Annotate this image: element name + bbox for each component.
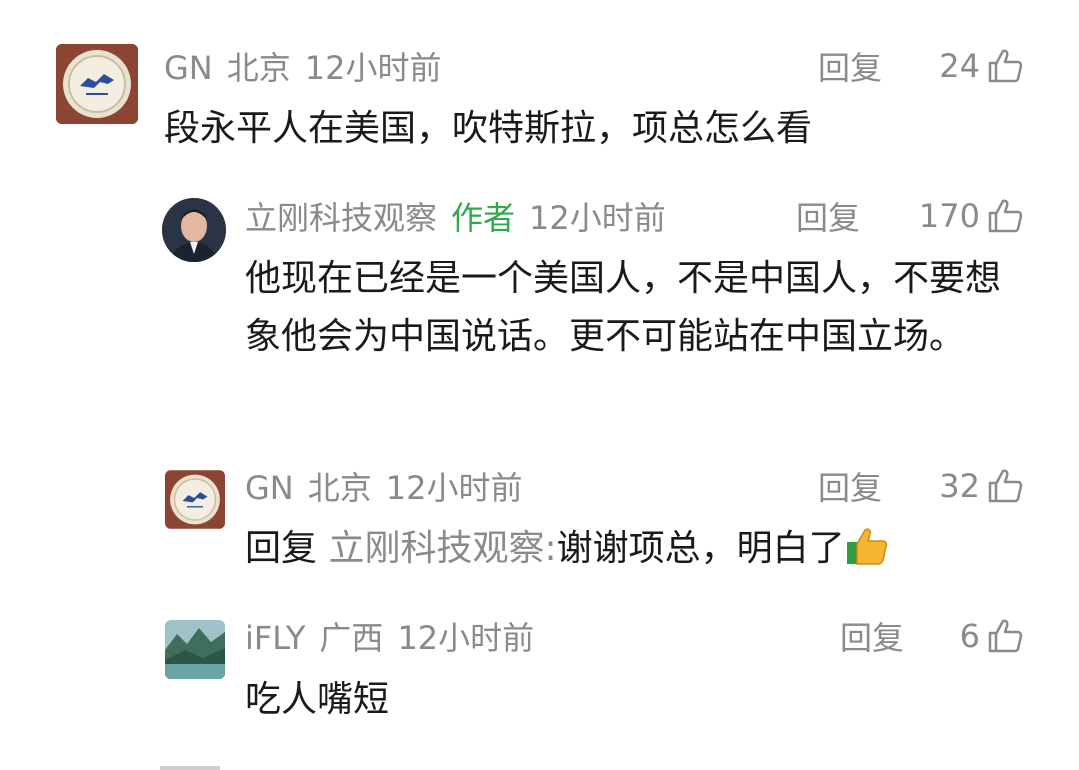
plate-avatar-image xyxy=(165,470,225,529)
timestamp: 12小时前 xyxy=(397,619,535,657)
comment-meta: GN 北京 12小时前 xyxy=(164,48,455,88)
like-count: 24 xyxy=(939,47,980,85)
comment-meta: iFLY 广西 12小时前 xyxy=(245,618,548,658)
timestamp: 12小时前 xyxy=(304,49,442,87)
location: 北京 xyxy=(307,469,372,507)
comment-text: 段永平人在美国，吹特斯拉，项总怎么看 xyxy=(164,108,813,149)
avatar[interactable] xyxy=(165,620,225,679)
reply-button[interactable]: 回复 xyxy=(818,48,882,88)
reply-button[interactable]: 回复 xyxy=(818,468,882,508)
username[interactable]: GN xyxy=(164,49,213,87)
reply-target-user[interactable]: 立刚科技观察: xyxy=(328,528,556,569)
like-button[interactable]: 6 xyxy=(930,616,1024,656)
like-button[interactable]: 170 xyxy=(880,196,1024,236)
reply-button[interactable]: 回复 xyxy=(840,618,904,658)
avatar[interactable] xyxy=(56,44,138,124)
comment-item: GN 北京 12小时前 回复 24 段永平人在美国，吹特斯拉，项总怎么看 xyxy=(0,0,1079,170)
like-button[interactable]: 32 xyxy=(900,466,1024,506)
timestamp: 12小时前 xyxy=(385,469,523,507)
thumbs-up-icon xyxy=(988,49,1023,83)
next-comment-peek xyxy=(160,766,220,770)
avatar[interactable] xyxy=(162,198,226,262)
username[interactable]: 立刚科技观察 xyxy=(245,199,437,237)
landscape-avatar-image xyxy=(165,620,225,679)
comment-text: 他现在已经是一个美国人，不是中国人，不要想象他会为中国说话。更不可能站在中国立场… xyxy=(245,258,1002,357)
location: 北京 xyxy=(226,49,291,87)
avatar[interactable] xyxy=(165,470,225,529)
like-count: 170 xyxy=(918,197,980,235)
comment-body: 谢谢项总，明白了 xyxy=(556,528,845,569)
comment-item: iFLY 广西 12小时前 回复 6 吃人嘴短 xyxy=(0,605,1079,735)
comment-item: 立刚科技观察 作者 12小时前 回复 170 他现在已经是一个美国人，不是中国人，不… xyxy=(0,180,1079,450)
thumbs-up-icon xyxy=(988,619,1023,653)
reply-button[interactable]: 回复 xyxy=(796,198,860,238)
thumbs-up-emoji xyxy=(846,528,887,565)
person-avatar-image xyxy=(162,198,226,262)
location: 广西 xyxy=(319,619,384,657)
reply-prefix: 回复 xyxy=(245,528,318,569)
comment-item: GN 北京 12小时前 回复 32 回复 立刚科技观察:谢谢项总，明白了 xyxy=(0,460,1079,590)
author-badge: 作者 xyxy=(451,199,516,237)
username[interactable]: iFLY xyxy=(245,619,305,657)
comment-meta: GN 北京 12小时前 xyxy=(245,468,536,508)
timestamp: 12小时前 xyxy=(529,199,666,237)
comment-text: 吃人嘴短 xyxy=(245,679,390,720)
like-count: 32 xyxy=(939,467,980,505)
comment-text: 回复 立刚科技观察:谢谢项总，明白了 xyxy=(245,520,1025,578)
plate-avatar-image xyxy=(56,44,138,124)
username[interactable]: GN xyxy=(245,469,294,507)
thumbs-up-icon xyxy=(988,469,1023,503)
like-button[interactable]: 24 xyxy=(900,46,1024,86)
like-count: 6 xyxy=(959,617,980,655)
comment-meta: 立刚科技观察 作者 12小时前 xyxy=(245,198,680,238)
thumbs-up-icon xyxy=(988,199,1023,233)
